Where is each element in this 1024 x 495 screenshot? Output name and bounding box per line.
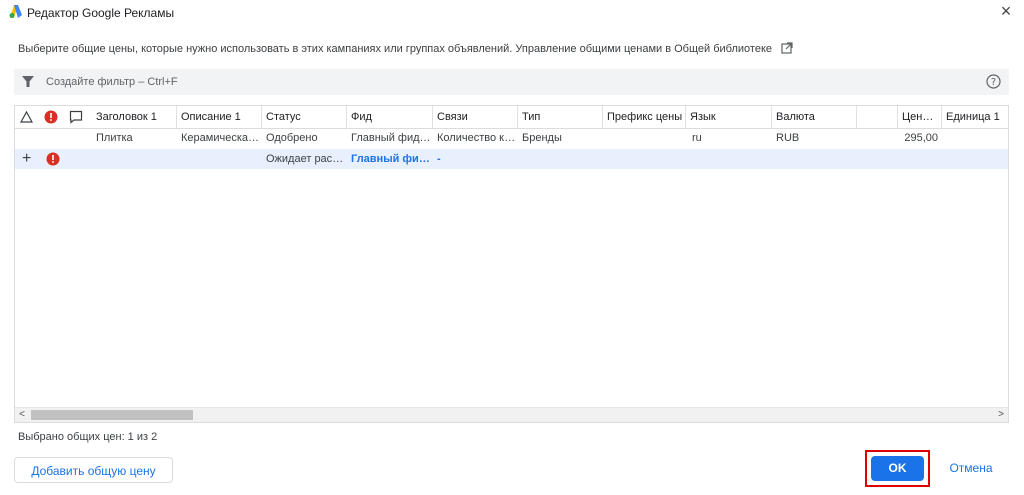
cell-unit[interactable] [942, 149, 1008, 169]
window-title: Редактор Google Рекламы [27, 6, 175, 20]
help-icon[interactable]: ? [986, 74, 1001, 89]
cell-type[interactable]: Бренды [518, 128, 603, 149]
cell-feed[interactable]: Главный фид общих цен [347, 128, 433, 149]
scroll-right-arrow-icon[interactable]: > [994, 408, 1008, 422]
column-header-headline[interactable]: Заголовок 1 [92, 106, 177, 128]
cell-feed[interactable]: Главный фид общих цен [347, 149, 433, 169]
description-text: Выберите общие цены, которые нужно испол… [18, 43, 772, 55]
selected-count: Выбрано общих цен: 1 из 2 [18, 431, 158, 443]
table-header: Заголовок 1 Описание 1 Статус Фид Связи … [15, 106, 1008, 129]
cell-price[interactable]: 295,00 [870, 128, 942, 149]
cell-currency[interactable]: RUB [772, 128, 857, 149]
filter-icon [22, 76, 34, 87]
table-row[interactable]: Плитка Керамическая плитка Одобрено Глав… [15, 128, 1008, 150]
add-shared-price-button[interactable]: Добавить общую цену [14, 457, 173, 483]
scrollbar-thumb[interactable] [31, 410, 193, 420]
column-header-currency[interactable]: Валюта [772, 106, 857, 128]
cancel-button[interactable]: Отмена [937, 456, 1005, 481]
shared-prices-table: Заголовок 1 Описание 1 Статус Фид Связи … [14, 105, 1009, 423]
table-row[interactable]: + Ожидает рассмотрения Главный фид общих… [15, 149, 1008, 169]
cell-unit[interactable] [942, 128, 1008, 149]
cell-price-prefix[interactable] [603, 128, 686, 149]
filter-input[interactable]: Создайте фильтр – Ctrl+F [46, 76, 178, 88]
error-icon [46, 152, 60, 166]
cell-status[interactable]: Одобрено [262, 128, 347, 149]
close-button[interactable]: × [996, 2, 1016, 22]
column-header-language[interactable]: Язык [686, 106, 772, 128]
column-header-unit[interactable]: Единица 1 [942, 106, 1008, 128]
column-header-blank[interactable] [857, 106, 898, 128]
cell-price[interactable] [870, 149, 942, 169]
cell-language[interactable] [686, 149, 772, 169]
filter-bar[interactable]: Создайте фильтр – Ctrl+F ? [14, 69, 1009, 95]
cell-description[interactable] [177, 149, 262, 169]
column-header-price[interactable]: Цена 1 [898, 106, 942, 128]
cell-links[interactable]: Количество кампаний [433, 128, 518, 149]
ok-button[interactable]: OK [871, 456, 924, 481]
open-in-new-icon[interactable] [781, 42, 793, 54]
title-bar: Редактор Google Рекламы × [0, 0, 1024, 24]
horizontal-scrollbar[interactable]: < > [15, 407, 1008, 422]
cell-price-prefix[interactable] [603, 149, 686, 169]
column-header-status[interactable]: Статус [262, 106, 347, 128]
dialog-description: Выберите общие цены, которые нужно испол… [18, 42, 793, 55]
comment-icon[interactable] [69, 110, 83, 124]
cell-headline[interactable] [92, 149, 177, 169]
cell-links[interactable]: - [433, 149, 518, 169]
cell-status[interactable]: Ожидает рассмотрения [262, 149, 347, 169]
warning-triangle-icon[interactable] [20, 111, 33, 123]
column-header-price-prefix[interactable]: Префикс цены [603, 106, 686, 128]
scroll-left-arrow-icon[interactable]: < [15, 408, 29, 422]
column-header-feed[interactable]: Фид [347, 106, 433, 128]
cell-type[interactable] [518, 149, 603, 169]
cell-language[interactable]: ru [686, 128, 772, 149]
error-icon[interactable] [44, 110, 58, 124]
cell-currency[interactable] [772, 149, 857, 169]
column-header-links[interactable]: Связи [433, 106, 518, 128]
column-header-description[interactable]: Описание 1 [177, 106, 262, 128]
add-row-icon[interactable]: + [22, 149, 34, 169]
cell-description[interactable]: Керамическая плитка [177, 128, 262, 149]
google-ads-logo-icon [9, 5, 22, 18]
svg-text:?: ? [991, 77, 996, 88]
column-header-type[interactable]: Тип [518, 106, 603, 128]
cell-headline[interactable]: Плитка [92, 128, 177, 149]
